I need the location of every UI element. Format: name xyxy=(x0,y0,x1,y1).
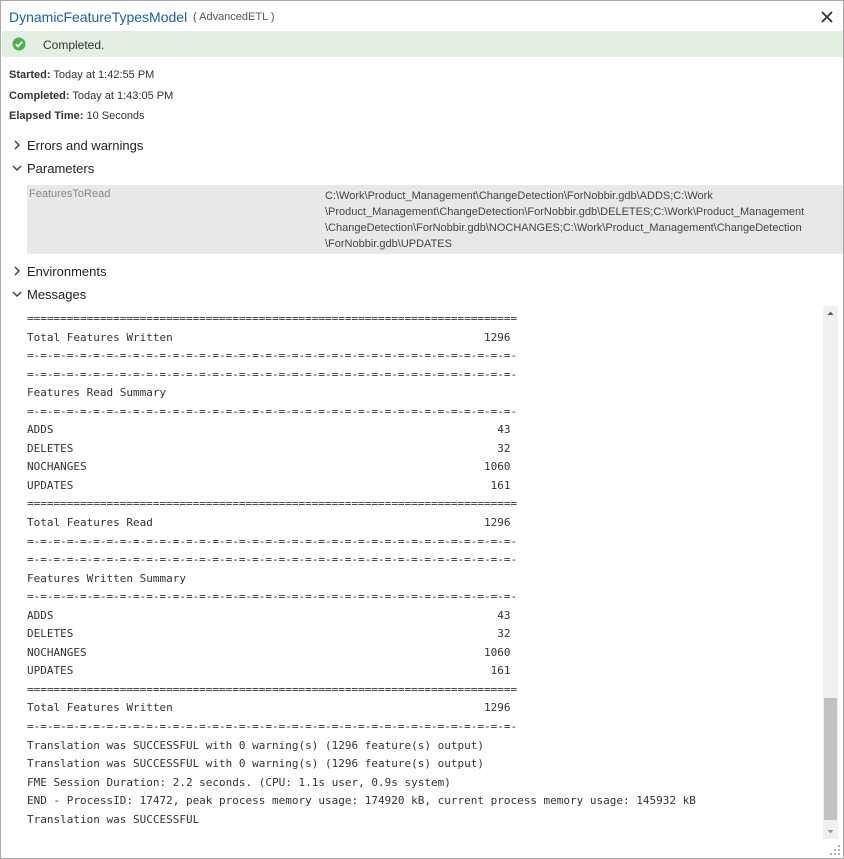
log-line: DELETES 32 xyxy=(27,441,511,455)
section-errors-warnings-label: Errors and warnings xyxy=(27,137,144,153)
log-line: UPDATES 161 xyxy=(27,478,511,492)
log-line: =-=-=-=-=-=-=-=-=-=-=-=-=-=-=-=-=-=-=-=-… xyxy=(27,404,518,418)
chevron-right-icon xyxy=(14,266,21,276)
arrow-up-icon xyxy=(827,311,834,315)
job-log-window: DynamicFeatureTypesModel ( AdvancedETL )… xyxy=(0,0,844,859)
elapsed-label: Elapsed Time: xyxy=(9,110,84,122)
scroll-down-button[interactable] xyxy=(823,825,838,839)
log-line: ========================================… xyxy=(27,682,518,696)
section-parameters-label: Parameters xyxy=(27,160,95,176)
section-messages-label: Messages xyxy=(27,286,87,302)
started-label: Started: xyxy=(9,69,51,81)
completed-label: Completed: xyxy=(9,90,70,102)
title-bar: DynamicFeatureTypesModel ( AdvancedETL ) xyxy=(1,1,843,31)
log-line: =-=-=-=-=-=-=-=-=-=-=-=-=-=-=-=-=-=-=-=-… xyxy=(27,534,518,548)
chevron-down-icon xyxy=(12,291,22,298)
elapsed-value: 10 Seconds xyxy=(86,110,145,122)
log-line: NOCHANGES 1060 xyxy=(27,460,511,474)
section-environments[interactable]: Environments xyxy=(11,262,106,280)
log-line: ADDS 43 xyxy=(27,423,511,437)
window-subtitle: ( AdvancedETL ) xyxy=(193,11,275,23)
close-icon xyxy=(821,11,833,23)
log-line: =-=-=-=-=-=-=-=-=-=-=-=-=-=-=-=-=-=-=-=-… xyxy=(27,349,518,363)
log-line: ========================================… xyxy=(27,312,518,325)
resize-grip-icon[interactable] xyxy=(829,844,841,856)
log-line: =-=-=-=-=-=-=-=-=-=-=-=-=-=-=-=-=-=-=-=-… xyxy=(27,590,518,604)
log-line: Total Features Read 1296 xyxy=(27,516,511,530)
log-line: Features Written Summary xyxy=(27,571,186,585)
scroll-thumb[interactable] xyxy=(824,698,837,820)
log-line: Features Read Summary xyxy=(27,386,167,400)
log-line: FME Session Duration: 2.2 seconds. (CPU:… xyxy=(27,775,451,789)
close-button[interactable] xyxy=(819,9,835,25)
status-text: Completed. xyxy=(43,38,105,52)
log-line: DELETES 32 xyxy=(27,627,511,641)
log-line: ADDS 43 xyxy=(27,608,511,622)
log-line: Total Features Written 1296 xyxy=(27,330,511,344)
section-errors-warnings[interactable]: Errors and warnings xyxy=(11,136,143,154)
parameter-value: C:\Work\Product_Management\ChangeDetecti… xyxy=(325,190,805,250)
scroll-up-button[interactable] xyxy=(823,306,838,320)
parameter-name: FeaturesToRead xyxy=(29,188,111,200)
success-check-icon xyxy=(12,37,26,51)
log-line: =-=-=-=-=-=-=-=-=-=-=-=-=-=-=-=-=-=-=-=-… xyxy=(27,553,518,567)
arrow-down-icon xyxy=(827,830,834,834)
log-line: ========================================… xyxy=(27,497,518,511)
log-line: Translation was SUCCESSFUL with 0 warnin… xyxy=(27,738,484,752)
chevron-right-icon xyxy=(14,140,21,150)
log-line: UPDATES 161 xyxy=(27,664,511,678)
messages-log: ========================================… xyxy=(27,310,817,840)
section-environments-label: Environments xyxy=(27,263,107,279)
completed-value: Today at 1:43:05 PM xyxy=(72,90,174,102)
status-bar: Completed. xyxy=(2,31,843,57)
log-line: Translation was SUCCESSFUL xyxy=(27,812,200,826)
chevron-down-icon xyxy=(12,165,22,172)
parameters-table: FeaturesToRead C:\Work\Product_Managemen… xyxy=(27,185,843,254)
completed-row: Completed: Today at 1:43:05 PM xyxy=(9,90,173,102)
log-line: Translation was SUCCESSFUL with 0 warnin… xyxy=(27,757,484,771)
log-line: Total Features Written 1296 xyxy=(27,701,511,715)
log-line: NOCHANGES 1060 xyxy=(27,645,511,659)
log-line: END - ProcessID: 17472, peak process mem… xyxy=(27,794,696,808)
started-row: Started: Today at 1:42:55 PM xyxy=(9,69,154,81)
messages-scrollbar[interactable] xyxy=(823,306,838,839)
section-messages[interactable]: Messages xyxy=(11,285,86,303)
started-value: Today at 1:42:55 PM xyxy=(53,69,155,81)
elapsed-row: Elapsed Time: 10 Seconds xyxy=(9,110,145,122)
window-title: DynamicFeatureTypesModel xyxy=(9,9,188,25)
log-line: =-=-=-=-=-=-=-=-=-=-=-=-=-=-=-=-=-=-=-=-… xyxy=(27,720,518,734)
section-parameters[interactable]: Parameters xyxy=(11,159,94,177)
log-line: =-=-=-=-=-=-=-=-=-=-=-=-=-=-=-=-=-=-=-=-… xyxy=(27,367,518,381)
